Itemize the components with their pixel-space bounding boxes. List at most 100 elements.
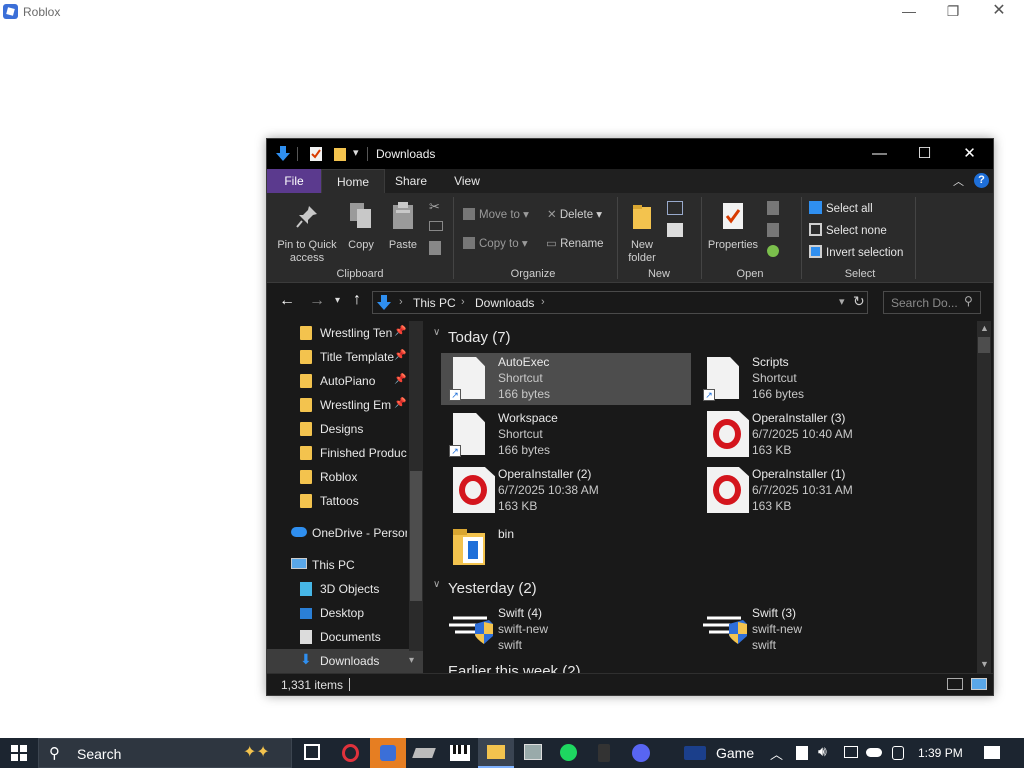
breadcrumb-separator-icon[interactable]: › — [541, 296, 545, 308]
back-arrow-icon[interactable]: ← — [279, 292, 295, 310]
invert-selection-button[interactable]: Invert selection — [809, 245, 903, 259]
nav-pane-scrollbar[interactable] — [409, 321, 423, 651]
opera-gx-taskbar-icon[interactable] — [342, 744, 359, 762]
onedrive-tray-icon[interactable] — [866, 748, 882, 757]
nav-item-roblox[interactable]: Roblox — [267, 465, 407, 489]
nav-item-3d-objects[interactable]: 3D Objects — [267, 577, 407, 601]
scroll-down-arrow-icon[interactable]: ▼ — [980, 659, 989, 669]
group-header-yesterday[interactable]: Yesterday (2) — [448, 580, 537, 597]
notifications-icon[interactable] — [984, 746, 1000, 759]
tab-home[interactable]: Home — [321, 169, 385, 193]
file-tile-operainstaller-2[interactable]: OperaInstaller (2) 6/7/2025 10:38 AM 163… — [441, 465, 691, 517]
nav-item-designs[interactable]: Designs — [267, 417, 407, 441]
breadcrumb-separator-icon[interactable]: › — [461, 296, 465, 308]
file-tile-autoexec[interactable]: ↗ AutoExec Shortcut 166 bytes — [441, 353, 691, 405]
breadcrumb-separator-icon[interactable]: › — [399, 296, 403, 308]
paste-button[interactable]: Paste — [383, 197, 423, 257]
file-tile-operainstaller-3[interactable]: OperaInstaller (3) 6/7/2025 10:40 AM 163… — [695, 409, 945, 461]
edit-icon[interactable] — [767, 223, 779, 237]
recent-locations-chevron-icon[interactable]: ▾ — [335, 295, 340, 306]
restore-button[interactable]: ❐ — [930, 0, 976, 24]
maximize-button[interactable]: ☐ — [902, 141, 947, 167]
content-scroll-thumb[interactable] — [978, 337, 990, 353]
copy-path-icon[interactable] — [429, 221, 443, 231]
file-tile-bin[interactable]: bin — [441, 521, 691, 573]
nav-item-wrestling-ten[interactable]: Wrestling Ten 📌 — [267, 321, 407, 345]
minimize-button[interactable]: — — [857, 141, 902, 167]
content-scrollbar[interactable]: ▲ ▼ — [977, 321, 991, 673]
copy-to-button[interactable]: Copy to ▾ — [463, 236, 528, 250]
large-icons-view-icon[interactable] — [971, 678, 987, 690]
spotify-taskbar-icon[interactable] — [560, 744, 577, 761]
task-view-icon[interactable] — [304, 744, 320, 760]
minimize-button[interactable]: — — [886, 0, 932, 24]
nav-pane-scroll-thumb[interactable] — [410, 471, 422, 601]
nav-item-documents[interactable]: Documents — [267, 625, 407, 649]
file-explorer-taskbar-button[interactable] — [478, 738, 514, 768]
discord-taskbar-icon[interactable] — [632, 744, 650, 762]
roblox-taskbar-button[interactable] — [370, 738, 406, 768]
file-tile-swift-3[interactable]: Swift (3) swift-new swift — [695, 604, 945, 656]
select-all-button[interactable]: Select all — [809, 201, 873, 215]
tab-file[interactable]: File — [267, 169, 321, 193]
open-icon[interactable] — [767, 201, 779, 215]
delete-button[interactable]: ✕ Delete ▾ — [547, 207, 602, 221]
nav-item-onedrive[interactable]: OneDrive - Persor — [267, 521, 407, 545]
breadcrumb-this-pc[interactable]: This PC — [413, 296, 456, 310]
photos-taskbar-icon[interactable] — [524, 744, 542, 760]
address-bar[interactable]: › This PC › Downloads › ▾ ↻ — [372, 291, 868, 314]
details-view-icon[interactable] — [947, 678, 963, 690]
file-tile-scripts[interactable]: ↗ Scripts Shortcut 166 bytes — [695, 353, 945, 405]
new-folder-button[interactable]: New folder — [621, 197, 663, 264]
address-dropdown-chevron-icon[interactable]: ▾ — [839, 295, 845, 308]
nav-item-title-template[interactable]: Title Template 📌 — [267, 345, 407, 369]
tab-view[interactable]: View — [443, 169, 491, 193]
nav-item-wrestling-em[interactable]: Wrestling Em 📌 — [267, 393, 407, 417]
history-icon[interactable] — [767, 245, 779, 257]
app-taskbar-icon[interactable] — [598, 744, 610, 762]
nav-item-downloads[interactable]: ⬇ Downloads ▾ — [267, 649, 423, 673]
properties-quick-icon[interactable] — [309, 145, 323, 162]
collapse-ribbon-chevron-icon[interactable]: ︿ — [953, 173, 964, 189]
tray-app-icon[interactable] — [892, 746, 904, 760]
help-icon[interactable]: ? — [974, 173, 989, 188]
widget-label[interactable]: Game — [716, 745, 754, 761]
mlb-logo-icon[interactable] — [684, 746, 706, 760]
file-tile-operainstaller-1[interactable]: OperaInstaller (1) 6/7/2025 10:31 AM 163… — [695, 465, 945, 517]
taskbar-search-box[interactable]: ⚲ Search ✦✦ — [38, 738, 292, 768]
tab-share[interactable]: Share — [387, 169, 435, 193]
scroll-down-arrow-icon[interactable]: ▾ — [409, 655, 414, 666]
scroll-up-arrow-icon[interactable]: ▲ — [980, 323, 989, 333]
file-tile-swift-4[interactable]: Swift (4) swift-new swift — [441, 604, 691, 656]
customize-toolbar-chevron-icon[interactable]: ▾ — [353, 146, 359, 159]
swift-taskbar-icon[interactable] — [412, 748, 436, 758]
refresh-icon[interactable]: ↻ — [853, 293, 865, 310]
nav-item-tattoos[interactable]: Tattoos — [267, 489, 407, 513]
search-input[interactable]: Search Do... ⚲ — [883, 291, 981, 314]
volume-icon[interactable]: 🔊︎ — [818, 743, 827, 760]
forward-arrow-icon[interactable]: → — [309, 292, 325, 310]
rename-button[interactable]: ▭ Rename — [546, 236, 604, 250]
collapse-group-chevron-icon[interactable]: ∨ — [433, 327, 440, 338]
breadcrumb-downloads[interactable]: Downloads — [475, 296, 534, 310]
close-button[interactable]: ✕ — [947, 141, 992, 167]
file-tile-workspace[interactable]: ↗ Workspace Shortcut 166 bytes — [441, 409, 691, 461]
group-header-today[interactable]: Today (7) — [448, 329, 511, 346]
paste-shortcut-icon[interactable] — [429, 241, 441, 255]
nav-item-this-pc[interactable]: This PC — [267, 553, 407, 577]
select-none-button[interactable]: Select none — [809, 223, 887, 237]
clock-time[interactable]: 1:39 PM — [918, 746, 963, 760]
close-button[interactable]: ✕ — [976, 0, 1022, 24]
piano-taskbar-icon[interactable] — [450, 745, 470, 761]
properties-button[interactable]: Properties — [705, 197, 761, 263]
move-to-button[interactable]: Move to ▾ — [463, 207, 529, 221]
up-arrow-icon[interactable]: ↑ — [353, 291, 361, 309]
group-header-earlier-this-week[interactable]: Earlier this week (2) — [448, 663, 581, 673]
network-icon[interactable] — [844, 746, 858, 758]
nav-item-autopiano[interactable]: AutoPiano 📌 — [267, 369, 407, 393]
collapse-group-chevron-icon[interactable]: ∨ — [433, 579, 440, 590]
nav-item-finished-products[interactable]: Finished Produc — [267, 441, 407, 465]
windows-start-icon[interactable] — [11, 745, 27, 761]
cut-icon[interactable]: ✂ — [429, 199, 440, 215]
epic-games-tray-icon[interactable] — [796, 746, 808, 760]
